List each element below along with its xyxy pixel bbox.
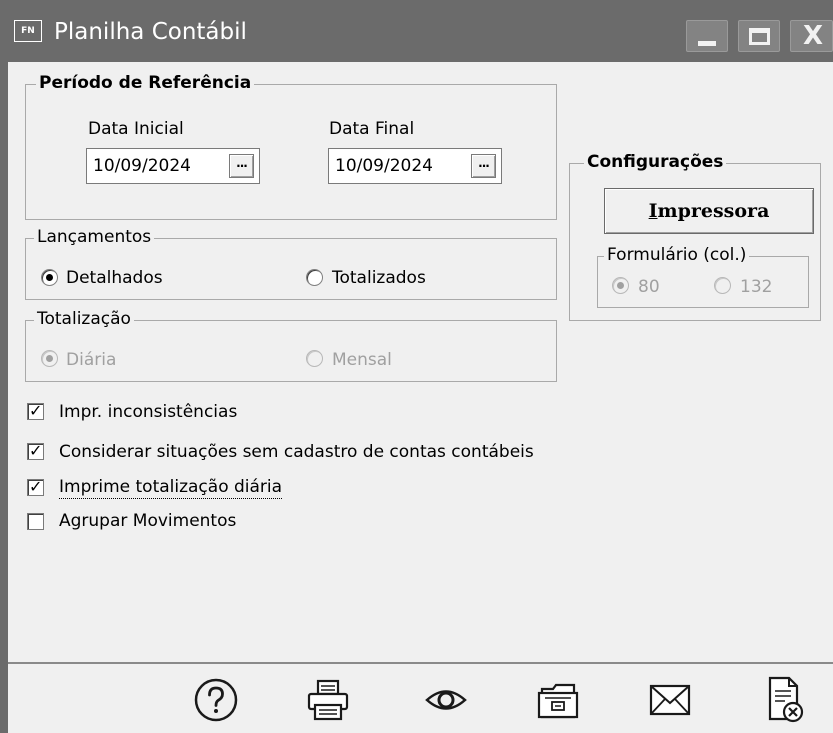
radio-totalizados[interactable] bbox=[306, 269, 323, 286]
checkbox-impr-inconsistencias[interactable]: ✓ bbox=[27, 401, 44, 420]
close-document-button[interactable] bbox=[756, 672, 812, 728]
help-icon bbox=[194, 678, 238, 722]
email-icon bbox=[649, 684, 691, 716]
data-final-label: Data Final bbox=[329, 119, 415, 139]
checkbox-impr-inconsistencias-label[interactable]: Impr. inconsistências bbox=[59, 401, 237, 423]
radio-80[interactable] bbox=[612, 277, 629, 294]
periodo-referencia-legend: Período de Referência bbox=[36, 72, 255, 94]
archive-icon bbox=[537, 683, 579, 719]
printer-icon bbox=[307, 679, 349, 721]
help-button[interactable] bbox=[188, 672, 244, 728]
totalizacao-legend: Totalização bbox=[34, 308, 134, 330]
preview-button[interactable] bbox=[418, 672, 474, 728]
impressora-accelerator: I bbox=[648, 200, 658, 222]
maximize-icon bbox=[749, 28, 770, 45]
data-final-value[interactable]: 10/09/2024 bbox=[335, 155, 433, 177]
archive-button[interactable] bbox=[530, 672, 586, 728]
checkbox-imprime-totalizacao[interactable]: ✓ bbox=[27, 477, 44, 496]
radio-diaria[interactable] bbox=[41, 350, 58, 367]
checkbox-agrupar-movimentos[interactable] bbox=[27, 513, 44, 530]
checkbox-imprime-totalizacao-label[interactable]: Imprime totalização diária bbox=[59, 476, 283, 499]
impressora-button[interactable]: Impressora bbox=[604, 188, 814, 234]
formulario-group: Formulário (col.) 80 132 bbox=[597, 244, 809, 308]
title-bar[interactable]: FN Planilha Contábil X bbox=[0, 0, 833, 62]
radio-detalhados-label[interactable]: Detalhados bbox=[66, 267, 163, 289]
radio-detalhados[interactable] bbox=[41, 269, 58, 286]
radio-selected-dot bbox=[617, 282, 624, 289]
app-icon: FN bbox=[14, 20, 42, 42]
planilha-contabil-window: FN Planilha Contábil X Período de Referê… bbox=[0, 0, 833, 733]
close-button[interactable]: X bbox=[790, 20, 833, 52]
minimize-icon bbox=[698, 41, 716, 46]
radio-diaria-label[interactable]: Diária bbox=[66, 349, 116, 371]
close-icon: X bbox=[802, 21, 824, 51]
email-button[interactable] bbox=[642, 672, 698, 728]
radio-selected-dot bbox=[46, 274, 53, 281]
checkbox-considerar-situacoes[interactable]: ✓ bbox=[27, 441, 44, 460]
checkbox-agrupar-movimentos-label[interactable]: Agrupar Movimentos bbox=[59, 510, 236, 532]
radio-selected-dot bbox=[46, 355, 53, 362]
formulario-legend: Formulário (col.) bbox=[604, 244, 750, 266]
data-final-picker-button[interactable]: ... bbox=[471, 154, 496, 178]
radio-totalizados-label[interactable]: Totalizados bbox=[332, 267, 426, 289]
totalizacao-group: Totalização Diária Mensal bbox=[25, 308, 557, 382]
check-mark-icon: ✓ bbox=[29, 477, 43, 496]
radio-mensal[interactable] bbox=[306, 350, 323, 367]
lancamentos-group: Lançamentos Detalhados Totalizados bbox=[25, 226, 557, 300]
print-button[interactable] bbox=[300, 672, 356, 728]
minimize-button[interactable] bbox=[686, 20, 728, 52]
preview-icon bbox=[425, 690, 467, 710]
check-mark-icon: ✓ bbox=[29, 441, 43, 460]
data-inicial-label: Data Inicial bbox=[88, 119, 184, 139]
checkbox-considerar-situacoes-label[interactable]: Considerar situações sem cadastro de con… bbox=[59, 441, 534, 463]
radio-mensal-label[interactable]: Mensal bbox=[332, 349, 392, 371]
data-inicial-field[interactable]: 10/09/2024 ... bbox=[86, 148, 260, 184]
radio-132[interactable] bbox=[714, 277, 731, 294]
impressora-button-label: mpressora bbox=[657, 200, 770, 222]
maximize-button[interactable] bbox=[738, 20, 780, 52]
check-mark-icon: ✓ bbox=[29, 401, 43, 420]
lancamentos-legend: Lançamentos bbox=[34, 226, 155, 248]
radio-80-label[interactable]: 80 bbox=[638, 276, 660, 298]
radio-132-label[interactable]: 132 bbox=[740, 276, 772, 298]
close-document-icon bbox=[768, 676, 804, 723]
configuracoes-legend: Configurações bbox=[584, 151, 727, 173]
data-final-field[interactable]: 10/09/2024 ... bbox=[328, 148, 502, 184]
window-title: Planilha Contábil bbox=[54, 19, 247, 45]
bottom-toolbar bbox=[8, 662, 833, 733]
periodo-referencia-group: Período de Referência Data Inicial Data … bbox=[25, 72, 557, 220]
data-inicial-picker-button[interactable]: ... bbox=[229, 154, 254, 178]
data-inicial-value[interactable]: 10/09/2024 bbox=[93, 155, 191, 177]
